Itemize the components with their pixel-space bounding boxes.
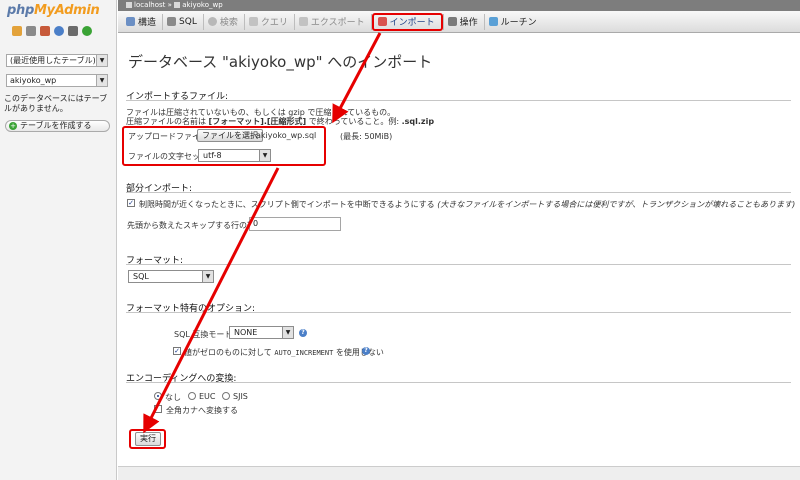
tab-search[interactable]: 検索: [204, 13, 244, 31]
encoding-radio-euc[interactable]: [188, 392, 196, 400]
recent-table-select[interactable]: (最近使用したテーブル) ... ▼: [6, 54, 108, 67]
encoding-option-sjis: SJIS: [233, 392, 248, 401]
server-icon: [126, 2, 132, 8]
chevron-down-icon: ▼: [96, 75, 107, 86]
home-icon[interactable]: [12, 26, 22, 36]
tab-export[interactable]: エクスポート: [295, 13, 371, 31]
kana-convert-checkbox[interactable]: [154, 405, 162, 413]
selected-file-name: akiyoko_wp.sql: [256, 131, 317, 140]
chevron-down-icon: ▼: [282, 327, 293, 338]
encoding-option-euc: EUC: [199, 392, 216, 401]
tab-structure[interactable]: 構造: [122, 13, 162, 31]
divider: [126, 100, 791, 101]
tab-query[interactable]: クエリ: [245, 13, 294, 31]
sql-icon: [167, 17, 177, 26]
divider: [126, 312, 791, 313]
plus-icon: +: [9, 122, 17, 130]
skip-rows-label: 先頭から数えたスキップする行の数:: [127, 221, 258, 230]
operations-icon: [447, 17, 457, 26]
reload-icon[interactable]: [82, 26, 92, 36]
encoding-radio-none[interactable]: [154, 392, 162, 400]
query-icon: [248, 17, 258, 26]
create-table-button[interactable]: + テーブルを作成する: [5, 120, 110, 132]
export-icon: [298, 17, 308, 26]
breadcrumb-database[interactable]: akiyoko_wp: [182, 1, 222, 9]
help-icon[interactable]: [54, 26, 64, 36]
database-select[interactable]: akiyoko_wp ▼: [6, 74, 108, 87]
breadcrumb: localhost » akiyoko_wp: [118, 0, 800, 11]
kana-convert-label: 全角カナへ変換する: [166, 406, 238, 415]
divider: [126, 192, 791, 193]
routines-icon: [488, 17, 498, 26]
divider: [126, 264, 791, 265]
tab-import[interactable]: インポート: [371, 12, 443, 31]
allow-interrupt-label: 制限時間が近くなったときに、スクリプト側でインポートを中断できるようにする (大…: [139, 200, 796, 209]
query-icon[interactable]: [40, 26, 50, 36]
format-select[interactable]: SQL ▼: [128, 270, 214, 283]
database-icon: [174, 2, 181, 8]
divider: [126, 382, 791, 383]
settings-icon[interactable]: [68, 26, 78, 36]
phpmyadmin-logo[interactable]: phpMyAdmin: [7, 3, 100, 18]
choose-file-button[interactable]: ファイルを選択: [197, 129, 263, 142]
sql-icon[interactable]: [26, 26, 36, 36]
help-icon[interactable]: ?: [299, 329, 307, 337]
breadcrumb-server[interactable]: localhost: [134, 1, 165, 9]
sql-compat-label: SQL 互換モード: [174, 330, 233, 339]
tab-bar: 構造 SQL 検索 クエリ エクスポート インポート 操作 ルーチン: [118, 11, 800, 33]
no-auto-increment-label: 値がゼロのものに対して AUTO_INCREMENT を使用しない: [184, 348, 384, 357]
tab-routines[interactable]: ルーチン: [485, 13, 543, 31]
navigation-sidebar: phpMyAdmin (最近使用したテーブル) ... ▼ akiyoko_wp…: [0, 0, 117, 480]
skip-rows-input[interactable]: 0: [249, 217, 341, 231]
sql-compat-select[interactable]: NONE ▼: [229, 326, 294, 339]
file-charset-select[interactable]: utf-8 ▼: [198, 149, 271, 162]
encoding-radio-sjis[interactable]: [222, 392, 230, 400]
tab-sql[interactable]: SQL: [163, 13, 203, 31]
no-tables-note: このデータベースにはテーブルがありません。: [4, 94, 108, 113]
help-icon[interactable]: ?: [362, 347, 370, 355]
import-icon: [377, 17, 387, 26]
structure-icon: [126, 17, 135, 26]
no-auto-increment-checkbox[interactable]: ✓: [173, 347, 181, 355]
tab-operations[interactable]: 操作: [444, 13, 484, 31]
chevron-down-icon: ▼: [96, 55, 107, 66]
chevron-down-icon: ▼: [202, 271, 213, 282]
submit-button[interactable]: 実行: [135, 432, 161, 446]
bottom-bar: [118, 466, 800, 480]
allow-interrupt-checkbox[interactable]: ✓: [127, 199, 135, 207]
chevron-down-icon: ▼: [259, 150, 270, 161]
search-icon: [207, 17, 217, 26]
page-title: データベース "akiyoko_wp" へのインポート: [128, 53, 433, 71]
main-content: データベース "akiyoko_wp" へのインポート インポートするファイル:…: [118, 34, 800, 480]
max-upload-size: (最長: 50MiB): [340, 132, 393, 141]
sidebar-icon-bar: [12, 26, 92, 36]
encoding-option-none: なし: [165, 393, 181, 402]
